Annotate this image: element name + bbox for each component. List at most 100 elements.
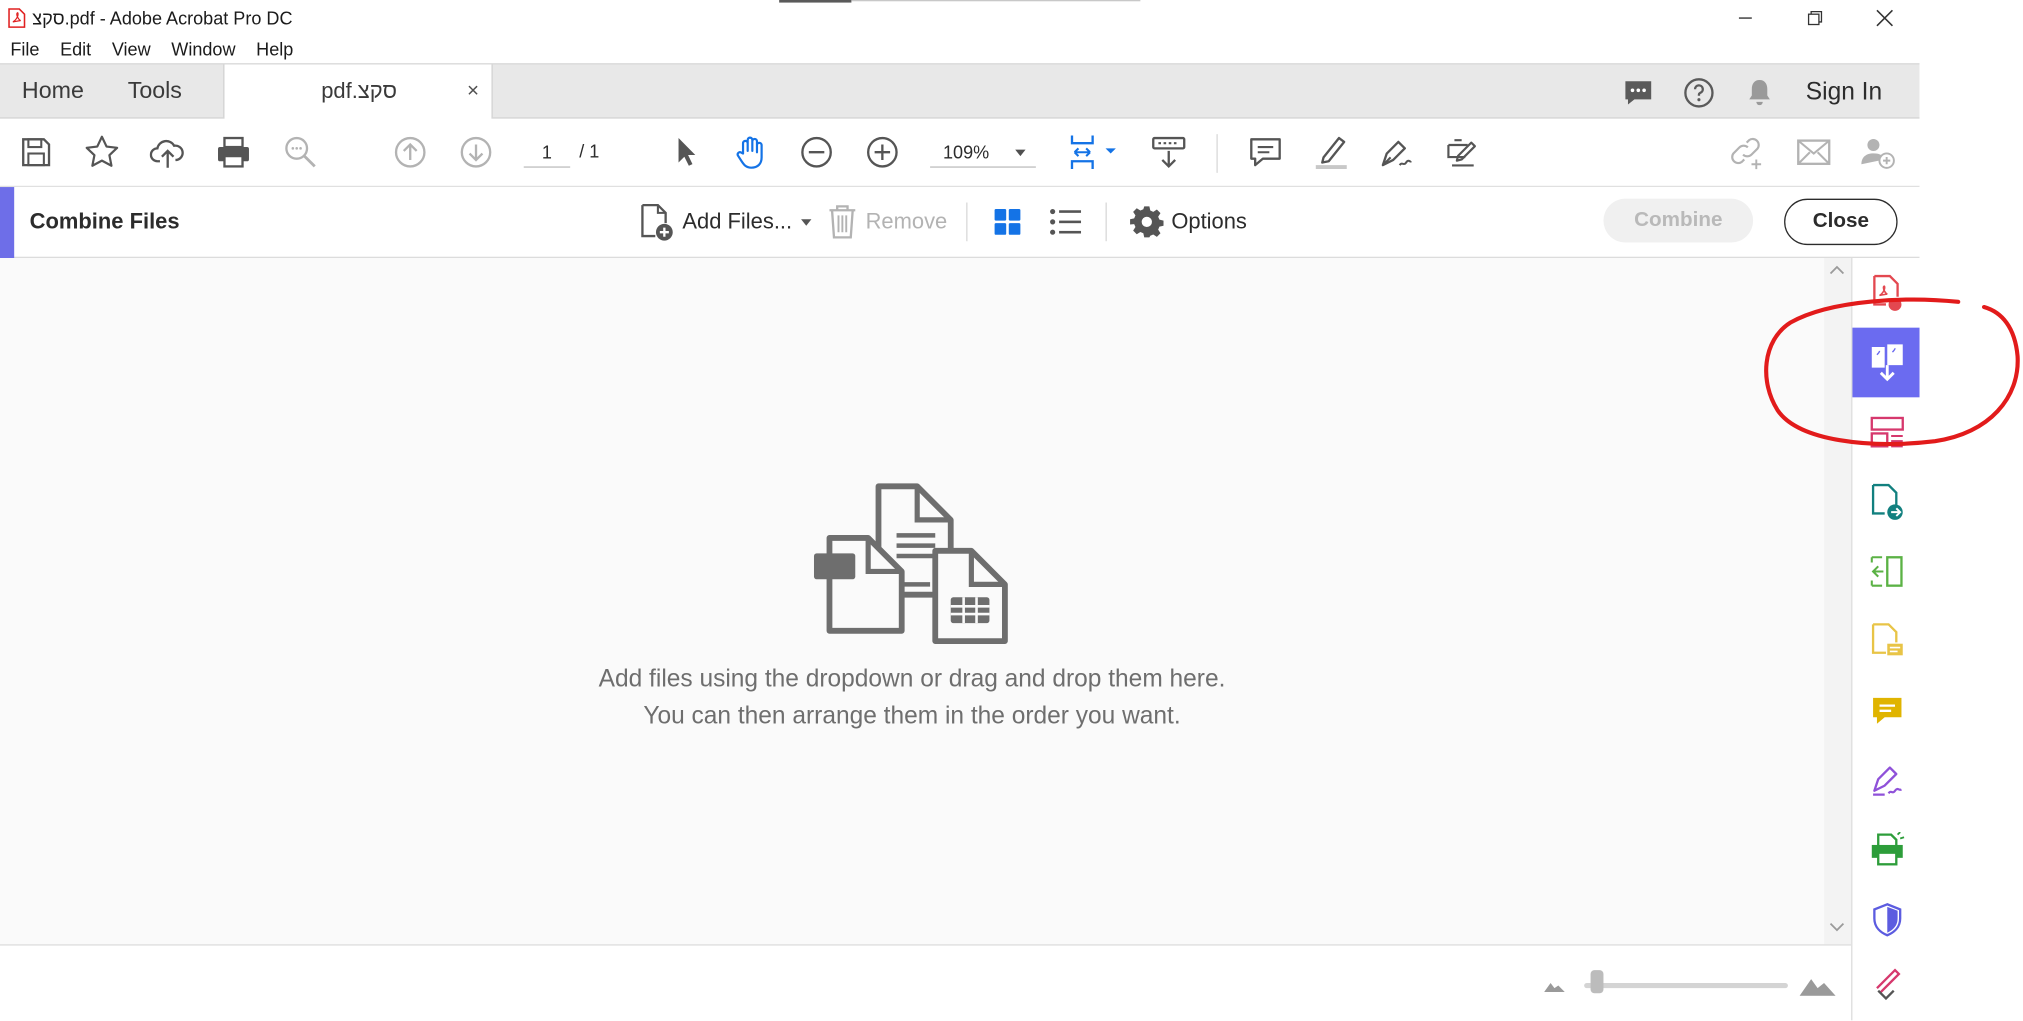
print-button[interactable] [215, 134, 251, 170]
restore-button[interactable] [1780, 0, 1850, 35]
large-thumbnail-icon[interactable] [1799, 973, 1836, 996]
right-tools-panel [1851, 258, 1921, 1021]
email-button[interactable] [1796, 134, 1832, 170]
notifications-button[interactable] [1744, 77, 1775, 108]
tool-accent-bar [0, 187, 15, 258]
toolbar-divider [1216, 134, 1218, 173]
title-bar: סקצ.pdf - Adobe Acrobat Pro DC [0, 0, 1920, 35]
create-pdf-tool[interactable] [1852, 467, 1920, 537]
protect-tool[interactable] [1852, 885, 1920, 955]
scroll-mode-button[interactable] [1151, 134, 1187, 170]
menu-file[interactable]: File [0, 39, 50, 60]
thumbnail-size-slider-track[interactable] [1584, 982, 1788, 989]
export-pdf-icon [1872, 274, 1901, 311]
close-window-button[interactable] [1850, 0, 1920, 35]
minus-circle-icon [801, 136, 832, 168]
draw-signature-button[interactable] [1378, 134, 1414, 170]
select-tool-button[interactable] [667, 134, 703, 170]
sign-in-button[interactable]: Sign In [1806, 78, 1882, 106]
menu-window[interactable]: Window [161, 39, 246, 60]
cloud-upload-icon [149, 139, 184, 168]
options-button[interactable]: Options [1130, 203, 1247, 242]
tab-home[interactable]: Home [22, 77, 84, 104]
combine-bar-divider [966, 202, 968, 242]
add-user-button[interactable] [1860, 134, 1896, 170]
comment-tool[interactable] [1852, 676, 1920, 746]
plus-circle-icon [867, 136, 898, 168]
add-comment-button[interactable] [1247, 134, 1283, 170]
save-button[interactable] [18, 134, 54, 170]
add-files-dropdown[interactable]: Add Files... [639, 203, 812, 242]
chevron-down-icon[interactable] [1876, 988, 1897, 1001]
highlight-button[interactable] [1313, 134, 1349, 170]
page-number-input[interactable]: 1 [523, 137, 571, 168]
previous-page-button[interactable] [392, 134, 428, 170]
tab-document[interactable]: pdf.סקצ × [223, 64, 493, 120]
thumbnail-size-slider-handle[interactable] [1590, 970, 1604, 994]
thumbnail-view-button[interactable] [992, 203, 1023, 242]
tab-bar: Home Tools pdf.סקצ × Sign In [0, 63, 1920, 120]
close-tool-button[interactable]: Close [1784, 198, 1898, 246]
zoom-in-button[interactable] [864, 134, 900, 170]
pen-nib-icon [1381, 140, 1412, 167]
export-pages-tool[interactable] [1852, 537, 1920, 607]
combine-files-bar: Combine Files Add Files... Remove Option… [0, 187, 1920, 258]
trash-icon [829, 205, 856, 239]
save-icon [22, 138, 51, 167]
menu-bar: File Edit View Window Help [0, 35, 304, 63]
organize-pages-tool[interactable] [1852, 397, 1920, 467]
drop-zone[interactable]: Add files using the dropdown or drag and… [0, 258, 1825, 945]
pdf-file-icon [8, 7, 26, 28]
document-tab-label: pdf.סקצ [321, 78, 398, 104]
edit-pdf-icon [1871, 623, 1903, 656]
bookmark-star-button[interactable] [84, 134, 120, 170]
next-page-button[interactable] [458, 134, 494, 170]
gear-icon [1130, 206, 1164, 238]
organize-pages-icon [1869, 416, 1904, 448]
combine-button[interactable]: Combine [1603, 198, 1754, 243]
fit-width-icon [1070, 135, 1116, 169]
combine-files-tool[interactable] [1852, 327, 1921, 398]
add-file-icon [641, 203, 673, 241]
remove-button[interactable]: Remove [827, 203, 947, 242]
grid-view-icon [994, 208, 1021, 235]
link-icon [1731, 137, 1762, 170]
vertical-scrollbar[interactable] [1824, 258, 1852, 945]
fill-sign-tool[interactable] [1852, 746, 1920, 816]
files-illustration-icon [813, 483, 1008, 645]
print-production-tool[interactable] [1852, 815, 1920, 885]
menu-help[interactable]: Help [246, 39, 304, 60]
list-view-button[interactable] [1049, 203, 1083, 242]
zoom-level-value: 109% [942, 141, 990, 163]
minimize-button[interactable] [1711, 0, 1781, 35]
fill-sign-icon [1872, 766, 1902, 796]
main-toolbar: 1 / 1 109% [0, 118, 1920, 188]
find-button[interactable] [283, 134, 319, 170]
help-button[interactable] [1683, 77, 1714, 108]
edit-pdf-tool[interactable] [1852, 606, 1920, 676]
zoom-level-dropdown[interactable]: 109% [930, 137, 1036, 168]
help-icon [1684, 77, 1714, 107]
document-tab-close-button[interactable]: × [467, 80, 479, 103]
menu-view[interactable]: View [102, 39, 161, 60]
upload-cloud-button[interactable] [149, 134, 186, 170]
create-pdf-icon [1871, 483, 1903, 520]
export-pdf-tool[interactable] [1852, 258, 1920, 328]
fit-page-button[interactable] [1066, 134, 1118, 170]
add-files-label: Add Files... [682, 208, 793, 234]
cursor-arrow-icon [678, 138, 696, 166]
highlighter-icon [1315, 136, 1347, 169]
list-view-icon [1050, 208, 1082, 235]
small-thumbnail-icon[interactable] [1544, 979, 1565, 993]
star-icon [85, 135, 119, 167]
scroll-down-arrow-icon[interactable] [1829, 921, 1845, 934]
tab-tools[interactable]: Tools [128, 77, 182, 104]
fill-sign-button[interactable] [1445, 134, 1481, 170]
scroll-up-arrow-icon[interactable] [1829, 263, 1845, 276]
feedback-button[interactable] [1623, 77, 1654, 108]
zoom-out-button[interactable] [799, 134, 835, 170]
hand-tool-button[interactable] [733, 134, 769, 170]
drop-hint-line2: You can then arrange them in the order y… [643, 703, 1181, 731]
share-link-button[interactable] [1729, 134, 1765, 170]
menu-edit[interactable]: Edit [50, 39, 102, 60]
